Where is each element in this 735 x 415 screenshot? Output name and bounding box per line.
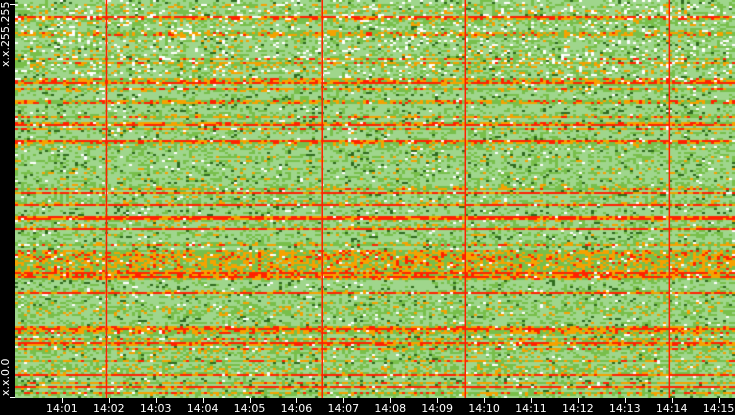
- x-tick-label: 14:05: [233, 402, 266, 415]
- x-tick-label: 14:07: [327, 402, 360, 415]
- x-tick-label: 14:02: [92, 402, 125, 415]
- x-tick-label: 14:04: [186, 402, 219, 415]
- x-tick-label: 14:08: [374, 402, 407, 415]
- highlight-lines: [105, 0, 671, 398]
- x-tick-label: 14:11: [515, 402, 547, 415]
- y-label-top: x.x.255.255: [0, 1, 12, 67]
- x-tick-label: 14:13: [608, 402, 641, 415]
- x-tick-label: 14:14: [655, 402, 688, 415]
- x-tick-label: 14:09: [421, 402, 453, 415]
- x-tick-label: 14:10: [468, 402, 500, 415]
- x-tick-label: 14:06: [280, 402, 313, 415]
- x-tick-label: 14:03: [139, 402, 172, 415]
- heatmap-plot-area: [15, 0, 735, 398]
- x-tick-label: 14:12: [562, 402, 594, 415]
- y-label-bottom: x.x.0.0: [0, 358, 12, 396]
- x-tick-label: 14:01: [46, 402, 78, 415]
- x-tick-label: 14:15: [702, 402, 735, 415]
